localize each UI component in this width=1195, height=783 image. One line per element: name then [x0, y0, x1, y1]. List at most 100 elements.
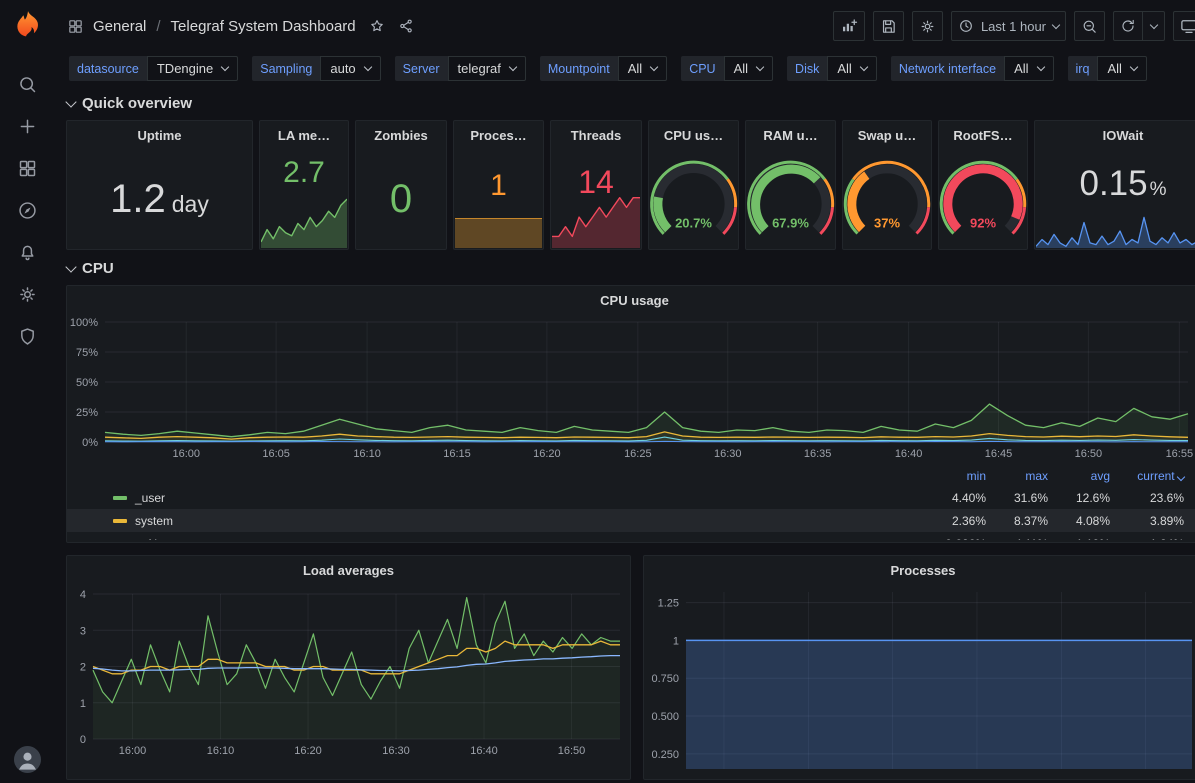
- legend-col-max[interactable]: max: [986, 469, 1048, 483]
- refresh-interval-dropdown[interactable]: [1143, 11, 1165, 41]
- processes-panel: Processes 0.2500.5000.75011.25: [643, 555, 1195, 780]
- variable-value-dropdown[interactable]: telegraf: [448, 56, 526, 81]
- cpu-usage-panel: CPU usage 16:0016:0516:1016:1516:2016:25…: [66, 285, 1195, 543]
- ram-usage-gauge: 67.9%: [746, 149, 835, 249]
- sidebar-server-admin-button[interactable]: [12, 320, 44, 352]
- sidebar-configuration-button[interactable]: [12, 278, 44, 310]
- panel-title[interactable]: Load averages: [67, 556, 630, 584]
- variable-value-dropdown[interactable]: All: [724, 56, 773, 81]
- panel-title[interactable]: Swap u…: [843, 121, 931, 149]
- svg-text:1.25: 1.25: [658, 598, 679, 610]
- processes-chart[interactable]: 0.2500.5000.75011.25: [644, 584, 1195, 779]
- chevron-down-icon: [860, 63, 868, 71]
- legend-row: _user 4.40% 31.6% 12.6% 23.6%: [67, 486, 1195, 509]
- rootfs-gauge: 92%: [939, 149, 1027, 249]
- variable-value-dropdown[interactable]: TDengine: [147, 56, 238, 81]
- sidebar-alerting-button[interactable]: [12, 236, 44, 268]
- legend-col-min[interactable]: min: [924, 469, 986, 483]
- stat-value: 1: [454, 149, 543, 223]
- svg-text:16:50: 16:50: [558, 745, 586, 757]
- stat-value: 0: [356, 149, 446, 249]
- legend-avg: 12.6%: [1048, 491, 1110, 505]
- time-range-picker[interactable]: Last 1 hour: [951, 11, 1066, 41]
- zoom-out-time-button[interactable]: [1074, 11, 1105, 41]
- refresh-button[interactable]: [1113, 11, 1143, 41]
- panel-title[interactable]: CPU usage: [67, 286, 1195, 314]
- legend-col-avg[interactable]: avg: [1048, 469, 1110, 483]
- panel-title[interactable]: Zombies: [356, 121, 446, 149]
- svg-text:4: 4: [80, 589, 86, 601]
- series-label[interactable]: system: [113, 514, 924, 528]
- cycle-view-mode-button[interactable]: [1173, 11, 1195, 41]
- panel-title[interactable]: Processes: [644, 556, 1195, 584]
- cpu-usage-chart[interactable]: 16:0016:0516:1016:1516:2016:2516:3016:35…: [67, 314, 1195, 466]
- sidebar-create-button[interactable]: [12, 110, 44, 142]
- user-avatar[interactable]: [14, 746, 41, 773]
- section-cpu[interactable]: CPU: [67, 260, 1195, 277]
- panel-title[interactable]: Threads: [551, 121, 641, 149]
- panel-title[interactable]: IOWait: [1035, 121, 1195, 149]
- panel-title[interactable]: RAM u…: [746, 121, 835, 149]
- variable-value-dropdown[interactable]: All: [1097, 56, 1146, 81]
- variable-value-dropdown[interactable]: All: [1004, 56, 1053, 81]
- dashboard-settings-button[interactable]: [912, 11, 943, 41]
- chevron-down-icon: [363, 63, 371, 71]
- variable-mountpoint: Mountpoint All: [540, 56, 667, 81]
- variable-current-value: All: [734, 61, 748, 76]
- svg-text:2: 2: [80, 662, 86, 674]
- variable-disk: Disk All: [787, 56, 877, 81]
- add-panel-button[interactable]: [833, 11, 865, 41]
- sidebar-search-button[interactable]: [12, 68, 44, 100]
- panel-title[interactable]: Proces…: [454, 121, 543, 149]
- variable-current-value: telegraf: [458, 61, 501, 76]
- shield-icon: [17, 326, 38, 347]
- share-dashboard-button[interactable]: [398, 18, 414, 34]
- zoom-out-icon: [1081, 18, 1098, 35]
- svg-text:16:05: 16:05: [262, 448, 290, 460]
- chevron-down-icon: [65, 96, 76, 107]
- zombies-panel: Zombies 0: [355, 120, 447, 250]
- sidebar-dashboards-button[interactable]: [12, 152, 44, 184]
- breadcrumb-folder[interactable]: General: [93, 18, 146, 35]
- threads-sparkline: [552, 190, 640, 248]
- panel-title[interactable]: CPU us…: [649, 121, 738, 149]
- legend-col-current[interactable]: current: [1110, 469, 1184, 483]
- gear-icon: [17, 284, 38, 305]
- iowait-panel: IOWait 0.15%: [1034, 120, 1195, 250]
- variable-network-interface: Network interface All: [891, 56, 1054, 81]
- variable-datasource: datasource TDengine: [69, 56, 238, 81]
- panel-title[interactable]: RootFS…: [939, 121, 1027, 149]
- legend-row: softirq 0.626% 4.11% 1.19% 1.24%: [67, 532, 1195, 540]
- variable-value-dropdown[interactable]: All: [827, 56, 876, 81]
- cpu-usage-gauge-panel: CPU us… 20.7%: [648, 120, 739, 250]
- legend-min: 4.40%: [924, 491, 986, 505]
- variable-cpu: CPU All: [681, 56, 773, 81]
- series-label[interactable]: _user: [113, 491, 924, 505]
- gear-icon: [919, 18, 936, 35]
- panel-title[interactable]: LA me…: [260, 121, 348, 149]
- refresh-button-group: [1113, 11, 1165, 41]
- sort-desc-icon: [1177, 473, 1185, 481]
- variable-value-dropdown[interactable]: auto: [320, 56, 380, 81]
- load-averages-chart[interactable]: 16:0016:1016:2016:3016:4016:5001234: [67, 584, 630, 779]
- bottom-panel-row: Load averages 16:0016:1016:2016:3016:401…: [66, 555, 1195, 780]
- refresh-icon: [1120, 18, 1136, 34]
- breadcrumb-separator: /: [156, 18, 160, 35]
- sidebar-explore-button[interactable]: [12, 194, 44, 226]
- star-dashboard-button[interactable]: [369, 18, 385, 34]
- legend-current: 1.24%: [1110, 537, 1184, 541]
- save-icon: [880, 18, 897, 35]
- svg-text:67.9%: 67.9%: [772, 216, 809, 231]
- grafana-logo[interactable]: [11, 9, 45, 43]
- plus-icon: [17, 116, 38, 137]
- section-quick-overview[interactable]: Quick overview: [67, 95, 1195, 112]
- save-dashboard-button[interactable]: [873, 11, 904, 41]
- variable-value-dropdown[interactable]: All: [618, 56, 667, 81]
- variable-current-value: All: [837, 61, 851, 76]
- series-label[interactable]: softirq: [113, 537, 924, 541]
- variable-label: CPU: [681, 56, 723, 81]
- processes-stat-panel: Proces… 1: [453, 120, 544, 250]
- clock-icon: [958, 18, 974, 34]
- variable-server: Server telegraf: [395, 56, 526, 81]
- panel-title[interactable]: Uptime: [67, 121, 252, 149]
